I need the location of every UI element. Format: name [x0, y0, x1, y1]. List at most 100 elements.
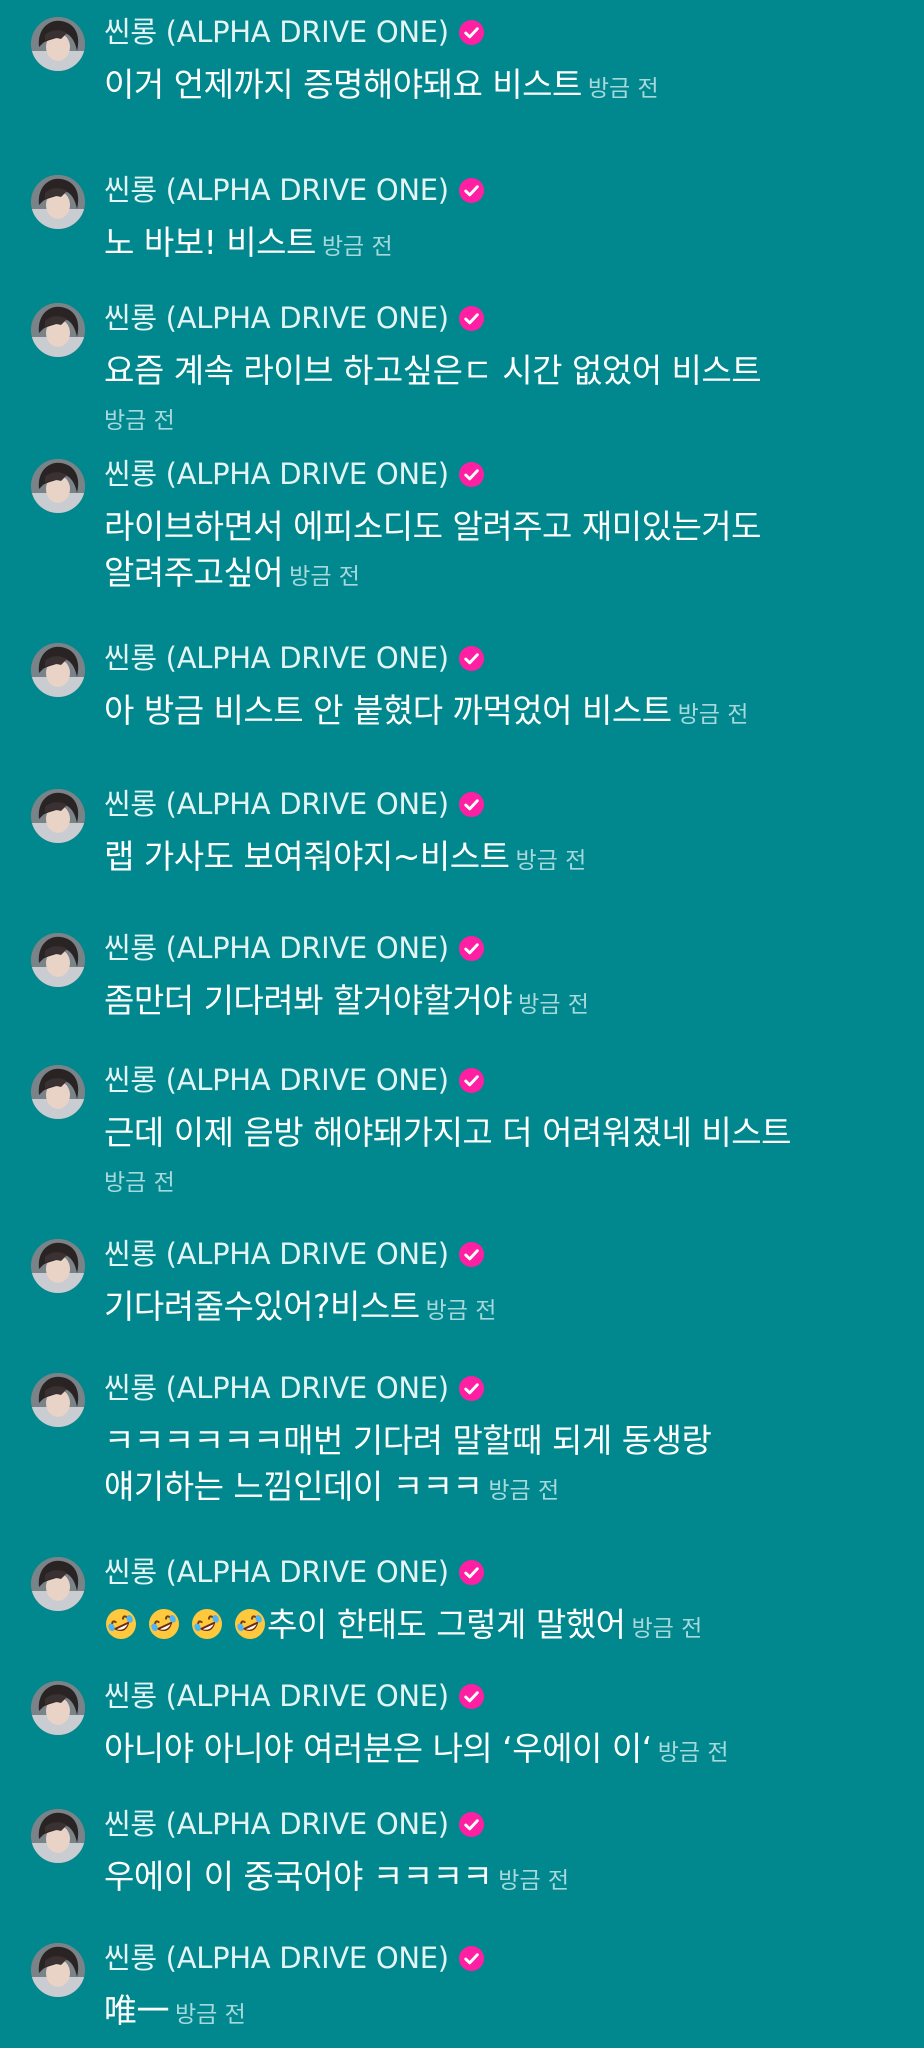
message-line-text: 근데 이제 음방 해야돼가지고 더 어려워졌네 비스트	[104, 1113, 792, 1152]
message-timestamp: 방금 전	[657, 1740, 729, 1766]
author-name[interactable]: 씬롱 (ALPHA DRIVE ONE)	[104, 1370, 449, 1406]
verified-badge-icon	[458, 1559, 484, 1585]
message-line: 좀만더 기다려봐 할거야할거야 방금 전	[104, 978, 894, 1024]
message-timestamp: 방금 전	[498, 1868, 570, 1894]
verified-badge-icon	[458, 1375, 484, 1401]
author-row: 씬롱 (ALPHA DRIVE ONE)	[104, 456, 484, 492]
message-line: 요즘 계속 라이브 하고싶은ㄷ 시간 없었어 비스트	[104, 348, 894, 394]
author-row: 씬롱 (ALPHA DRIVE ONE)	[104, 1806, 484, 1842]
verified-badge-icon	[458, 1067, 484, 1093]
message-text: 근데 이제 음방 해야돼가지고 더 어려워졌네 비스트방금 전	[104, 1110, 894, 1202]
avatar-photo	[31, 1681, 85, 1735]
verified-badge-icon	[458, 1945, 484, 1971]
message-timestamp: 방금 전	[677, 702, 749, 728]
avatar-photo	[31, 459, 85, 513]
author-name[interactable]: 씬롱 (ALPHA DRIVE ONE)	[104, 1554, 449, 1590]
message-timestamp: 방금 전	[515, 848, 587, 874]
avatar[interactable]	[31, 17, 85, 71]
message-text: 요즘 계속 라이브 하고싶은ㄷ 시간 없었어 비스트방금 전	[104, 348, 894, 440]
message-timestamp: 방금 전	[104, 1170, 175, 1196]
author-name[interactable]: 씬롱 (ALPHA DRIVE ONE)	[104, 1062, 449, 1098]
rolling-laughing-emoji-icon	[104, 1607, 138, 1641]
rolling-laughing-emoji-icon	[190, 1607, 224, 1641]
avatar[interactable]	[31, 1809, 85, 1863]
avatar[interactable]	[31, 1681, 85, 1735]
message-line-text: 우에이 이 중국어야 ㅋㅋㅋㅋ	[104, 1857, 493, 1896]
avatar[interactable]	[31, 643, 85, 697]
author-row: 씬롱 (ALPHA DRIVE ONE)	[104, 172, 484, 208]
avatar[interactable]	[31, 1943, 85, 1997]
message-line-text: 아니야 아니야 여러분은 나의 ‘우에이 이‘	[104, 1729, 652, 1768]
message-text: 기다려줄수있어?비스트 방금 전	[104, 1284, 894, 1330]
message-text: 노 바보! 비스트 방금 전	[104, 220, 894, 266]
message-timestamp: 방금 전	[631, 1616, 703, 1642]
message-text: 唯一 방금 전	[104, 1988, 894, 2034]
message-text: ㅋㅋㅋㅋㅋㅋ매번 기다려 말할때 되게 동생랑 얘기하는 느낌인데이 ㅋㅋㅋ 방금 …	[104, 1418, 894, 1510]
message-text: 이거 언제까지 증명해야돼요 비스트 방금 전	[104, 62, 894, 108]
verified-badge-icon	[458, 19, 484, 45]
message-text: 라이브하면서 에피소디도 알려주고 재미있는거도 알려주고싶어 방금 전	[104, 504, 894, 596]
author-row: 씬롱 (ALPHA DRIVE ONE)	[104, 14, 484, 50]
author-row: 씬롱 (ALPHA DRIVE ONE)	[104, 640, 484, 676]
author-name[interactable]: 씬롱 (ALPHA DRIVE ONE)	[104, 1236, 449, 1272]
author-name[interactable]: 씬롱 (ALPHA DRIVE ONE)	[104, 456, 449, 492]
author-name[interactable]: 씬롱 (ALPHA DRIVE ONE)	[104, 14, 449, 50]
author-name[interactable]: 씬롱 (ALPHA DRIVE ONE)	[104, 172, 449, 208]
message-line: 추이 한태도 그렇게 말했어 방금 전	[104, 1602, 894, 1648]
message-line-text: 좀만더 기다려봐 할거야할거야	[104, 981, 513, 1020]
verified-badge-icon	[458, 1811, 484, 1837]
verified-badge-icon	[458, 791, 484, 817]
avatar[interactable]	[31, 459, 85, 513]
author-name[interactable]: 씬롱 (ALPHA DRIVE ONE)	[104, 930, 449, 966]
avatar[interactable]	[31, 1373, 85, 1427]
rolling-laughing-emoji-icon	[233, 1607, 267, 1641]
avatar[interactable]	[31, 1065, 85, 1119]
message-line-text: 이거 언제까지 증명해야돼요 비스트	[104, 65, 582, 104]
author-row: 씬롱 (ALPHA DRIVE ONE)	[104, 1062, 484, 1098]
message-text: 아 방금 비스트 안 붙혔다 까먹었어 비스트 방금 전	[104, 688, 894, 734]
author-name[interactable]: 씬롱 (ALPHA DRIVE ONE)	[104, 640, 449, 676]
message-timestamp: 방금 전	[104, 408, 175, 434]
avatar[interactable]	[31, 789, 85, 843]
message-line: 근데 이제 음방 해야돼가지고 더 어려워졌네 비스트	[104, 1110, 894, 1156]
message-text: 아니야 아니야 여러분은 나의 ‘우에이 이‘ 방금 전	[104, 1726, 894, 1772]
verified-badge-icon	[458, 305, 484, 331]
author-name[interactable]: 씬롱 (ALPHA DRIVE ONE)	[104, 786, 449, 822]
verified-badge-icon	[458, 1241, 484, 1267]
message-line: 라이브하면서 에피소디도 알려주고 재미있는거도	[104, 504, 894, 550]
message-text: 좀만더 기다려봐 할거야할거야 방금 전	[104, 978, 894, 1024]
avatar[interactable]	[31, 1557, 85, 1611]
message-text: 우에이 이 중국어야 ㅋㅋㅋㅋ 방금 전	[104, 1854, 894, 1900]
message-timestamp: 방금 전	[587, 76, 659, 102]
message-line: 아 방금 비스트 안 붙혔다 까먹었어 비스트 방금 전	[104, 688, 894, 734]
avatar[interactable]	[31, 303, 85, 357]
avatar-photo	[31, 1065, 85, 1119]
message-text: 랩 가사도 보여줘야지~비스트 방금 전	[104, 834, 894, 880]
avatar[interactable]	[31, 933, 85, 987]
message-line: 얘기하는 느낌인데이 ㅋㅋㅋ 방금 전	[104, 1464, 894, 1510]
verified-badge-icon	[458, 645, 484, 671]
message-line: 기다려줄수있어?비스트 방금 전	[104, 1284, 894, 1330]
message-line: 노 바보! 비스트 방금 전	[104, 220, 894, 266]
avatar-photo	[31, 789, 85, 843]
author-name[interactable]: 씬롱 (ALPHA DRIVE ONE)	[104, 300, 449, 336]
avatar[interactable]	[31, 1239, 85, 1293]
avatar-photo	[31, 1943, 85, 1997]
message-line-text: 唯一	[104, 1991, 170, 2030]
author-name[interactable]: 씬롱 (ALPHA DRIVE ONE)	[104, 1940, 449, 1976]
avatar-photo	[31, 933, 85, 987]
message-line-text: 기다려줄수있어?비스트	[104, 1287, 420, 1326]
avatar[interactable]	[31, 175, 85, 229]
avatar-photo	[31, 1239, 85, 1293]
author-name[interactable]: 씬롱 (ALPHA DRIVE ONE)	[104, 1678, 449, 1714]
message-line: 이거 언제까지 증명해야돼요 비스트 방금 전	[104, 62, 894, 108]
message-timestamp: 방금 전	[321, 234, 393, 260]
avatar-photo	[31, 1557, 85, 1611]
author-name[interactable]: 씬롱 (ALPHA DRIVE ONE)	[104, 1806, 449, 1842]
avatar-photo	[31, 17, 85, 71]
message-line: ㅋㅋㅋㅋㅋㅋ매번 기다려 말할때 되게 동생랑	[104, 1418, 894, 1464]
author-row: 씬롱 (ALPHA DRIVE ONE)	[104, 786, 484, 822]
message-timestamp-row: 방금 전	[104, 1156, 894, 1202]
message-line: 랩 가사도 보여줘야지~비스트 방금 전	[104, 834, 894, 880]
message-line-text: 요즘 계속 라이브 하고싶은ㄷ 시간 없었어 비스트	[104, 351, 762, 390]
